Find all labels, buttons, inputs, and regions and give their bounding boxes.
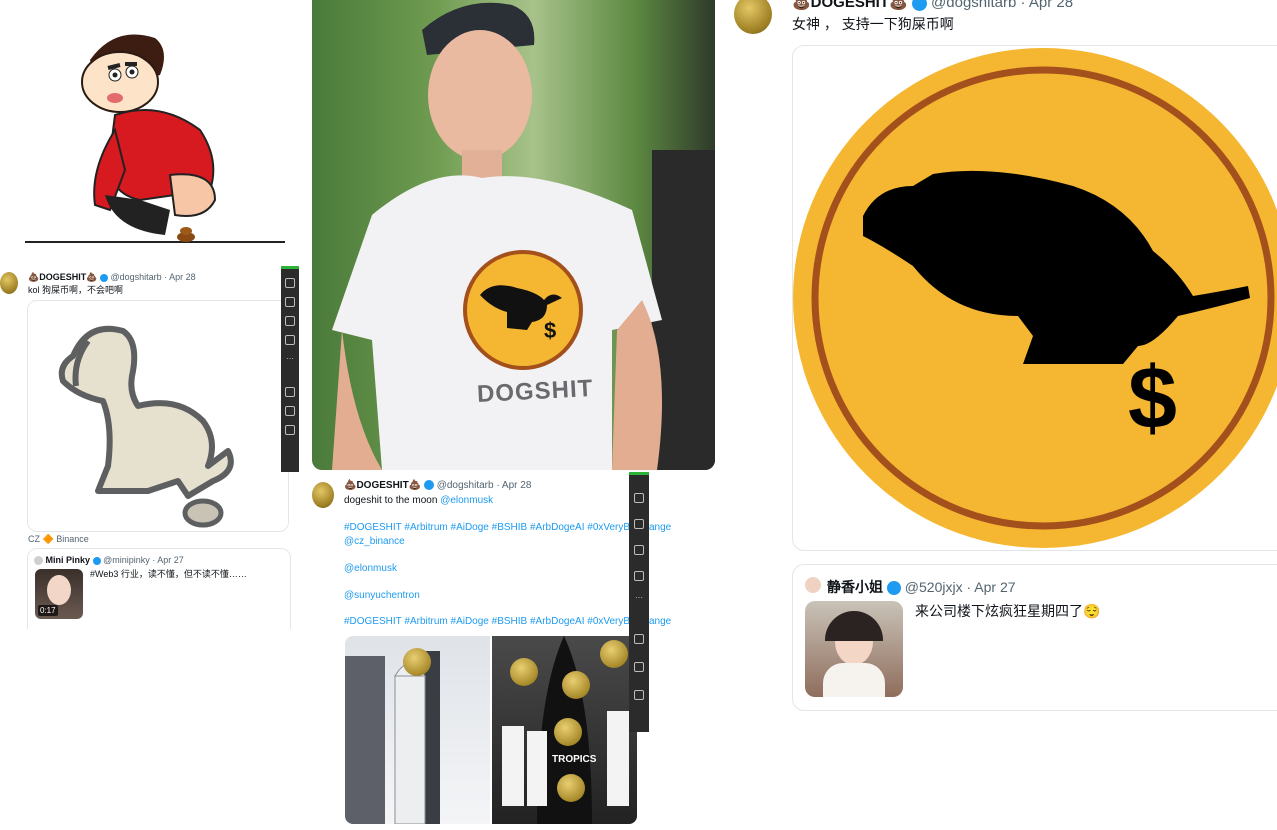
mention-cz-link[interactable]: @cz_binance: [344, 536, 405, 548]
tweet-image-dogeshit-coin[interactable]: $: [792, 45, 1277, 551]
bookmark-icon[interactable]: [634, 545, 644, 555]
cartoon-squatting-boy-image: [20, 20, 290, 250]
tweet-date[interactable]: Apr 28: [502, 480, 531, 491]
pooping-dog-illustration: [58, 325, 234, 528]
profile-icon[interactable]: [634, 493, 644, 503]
mention-elon-link[interactable]: @elonmusk: [344, 563, 397, 575]
separator-dot: ·: [164, 272, 168, 282]
coin-icon: [403, 648, 431, 676]
history-icon[interactable]: [634, 634, 644, 644]
footer-binance-text: CZ 🔶 Binance: [28, 534, 89, 544]
communities-icon[interactable]: [634, 519, 644, 529]
history-icon[interactable]: [285, 387, 295, 397]
handle[interactable]: @520jxjx: [905, 579, 963, 595]
dogshit-shirt-photo[interactable]: $ DOGSHIT: [312, 0, 715, 470]
separator-dot: ·: [1020, 0, 1026, 11]
verified-badge-icon: [911, 0, 927, 11]
handle[interactable]: @dogshitarb: [110, 272, 161, 282]
tweet-date[interactable]: Apr 28: [169, 272, 196, 282]
image-label-tropics: TROPICS: [552, 754, 597, 765]
tweet-date[interactable]: Apr 27: [974, 579, 1015, 595]
svg-text:$: $: [544, 318, 556, 343]
display-name[interactable]: Mini Pinky: [46, 555, 91, 565]
tweet-text: 来公司楼下炫疯狂星期四了😌: [915, 603, 1101, 619]
video-thumbnail[interactable]: 0:17: [35, 569, 83, 619]
display-name[interactable]: 💩DOGESHIT💩: [792, 0, 908, 11]
svg-text:$: $: [1128, 348, 1177, 447]
communities-icon[interactable]: [285, 297, 295, 307]
profile-icon[interactable]: [285, 278, 295, 288]
handle[interactable]: @dogshitarb: [437, 480, 494, 491]
tweet-text: 女神 ， 支持一下狗屎币啊: [792, 16, 954, 32]
more-icon[interactable]: ⋯: [286, 354, 294, 363]
tweet-date[interactable]: Apr 27: [157, 555, 184, 565]
tweet-mini-pinky[interactable]: Mini Pinky @minipinky · Apr 27 0:17 #Web…: [27, 548, 291, 629]
photo-thumbnail[interactable]: [805, 601, 903, 697]
avatar[interactable]: [734, 0, 772, 34]
separator-dot: ·: [152, 555, 156, 565]
split-view-icon[interactable]: [634, 662, 644, 672]
tweet-text: kol 狗屎币啊，不会吧啊: [28, 285, 124, 295]
tweet-image-dog-icon[interactable]: [27, 300, 289, 532]
tweet-date[interactable]: Apr 28: [1029, 0, 1073, 11]
display-name[interactable]: 静香小姐: [827, 579, 883, 595]
coin-icon: [510, 658, 538, 686]
display-name[interactable]: 💩DOGESHIT💩: [28, 272, 97, 282]
settings-icon[interactable]: [634, 571, 644, 581]
tweet-text: #Web3 行业，读不懂，但不读不懂……: [90, 569, 247, 579]
tweet-large-right[interactable]: 💩DOGESHIT💩 @dogshitarb · Apr 28 女神 ， 支持一…: [720, 0, 1277, 555]
handle[interactable]: @minipinky: [103, 555, 150, 565]
avatar[interactable]: [0, 272, 18, 294]
avatar[interactable]: [805, 577, 821, 593]
avatar[interactable]: [34, 556, 43, 566]
verified-badge-icon: [886, 581, 901, 596]
handle[interactable]: @dogshitarb: [931, 0, 1016, 11]
tweet-image-lab-coins[interactable]: TROPICS: [492, 636, 637, 824]
bookmark-icon[interactable]: [285, 316, 295, 326]
tweet-small-left[interactable]: 💩DOGESHIT💩 @dogshitarb · Apr 28 kol 狗屎币啊…: [0, 266, 290, 536]
side-toolbar-left: ⋯: [281, 266, 299, 472]
hashtags-line[interactable]: #DOGESHIT #Arbitrum #AiDoge #BSHIB #ArbD…: [344, 616, 671, 628]
tweet-image-rocket[interactable]: [345, 636, 490, 824]
display-name[interactable]: 💩DOGESHIT💩: [344, 480, 421, 491]
verified-badge-icon: [92, 556, 101, 565]
coin-icon: [562, 671, 590, 699]
menu-icon[interactable]: [634, 690, 644, 700]
separator-dot: ·: [496, 480, 500, 491]
dogeshit-coin-logo: $: [793, 48, 1277, 548]
verified-badge-icon: [423, 480, 434, 491]
mention-sun-link[interactable]: @sunyuchentron: [344, 590, 420, 602]
hashtags-line[interactable]: #DOGESHIT #Arbitrum #AiDoge #BSHIB #ArbD…: [344, 522, 671, 534]
mention-elonmusk-link[interactable]: @elonmusk: [440, 495, 493, 506]
more-icon[interactable]: ⋯: [635, 593, 643, 602]
split-view-icon[interactable]: [285, 406, 295, 416]
side-toolbar-middle: ⋯: [629, 472, 649, 732]
separator-dot: ·: [966, 579, 972, 595]
tweet-jingxiang[interactable]: 静香小姐 @520jxjx · Apr 27 来公司楼下炫疯狂星期四了😌: [792, 564, 1277, 711]
coin-icon: [557, 774, 585, 802]
coin-icon: [554, 718, 582, 746]
avatar[interactable]: [312, 482, 334, 508]
tweet-text: dogeshit to the moon: [344, 495, 438, 506]
coin-icon: [600, 640, 628, 668]
settings-icon[interactable]: [285, 335, 295, 345]
tweet-middle[interactable]: 💩DOGESHIT💩 @dogshitarb · Apr 28 dogeshit…: [300, 476, 671, 830]
video-duration: 0:17: [38, 605, 58, 616]
menu-icon[interactable]: [285, 425, 295, 435]
verified-badge-icon: [99, 273, 108, 282]
